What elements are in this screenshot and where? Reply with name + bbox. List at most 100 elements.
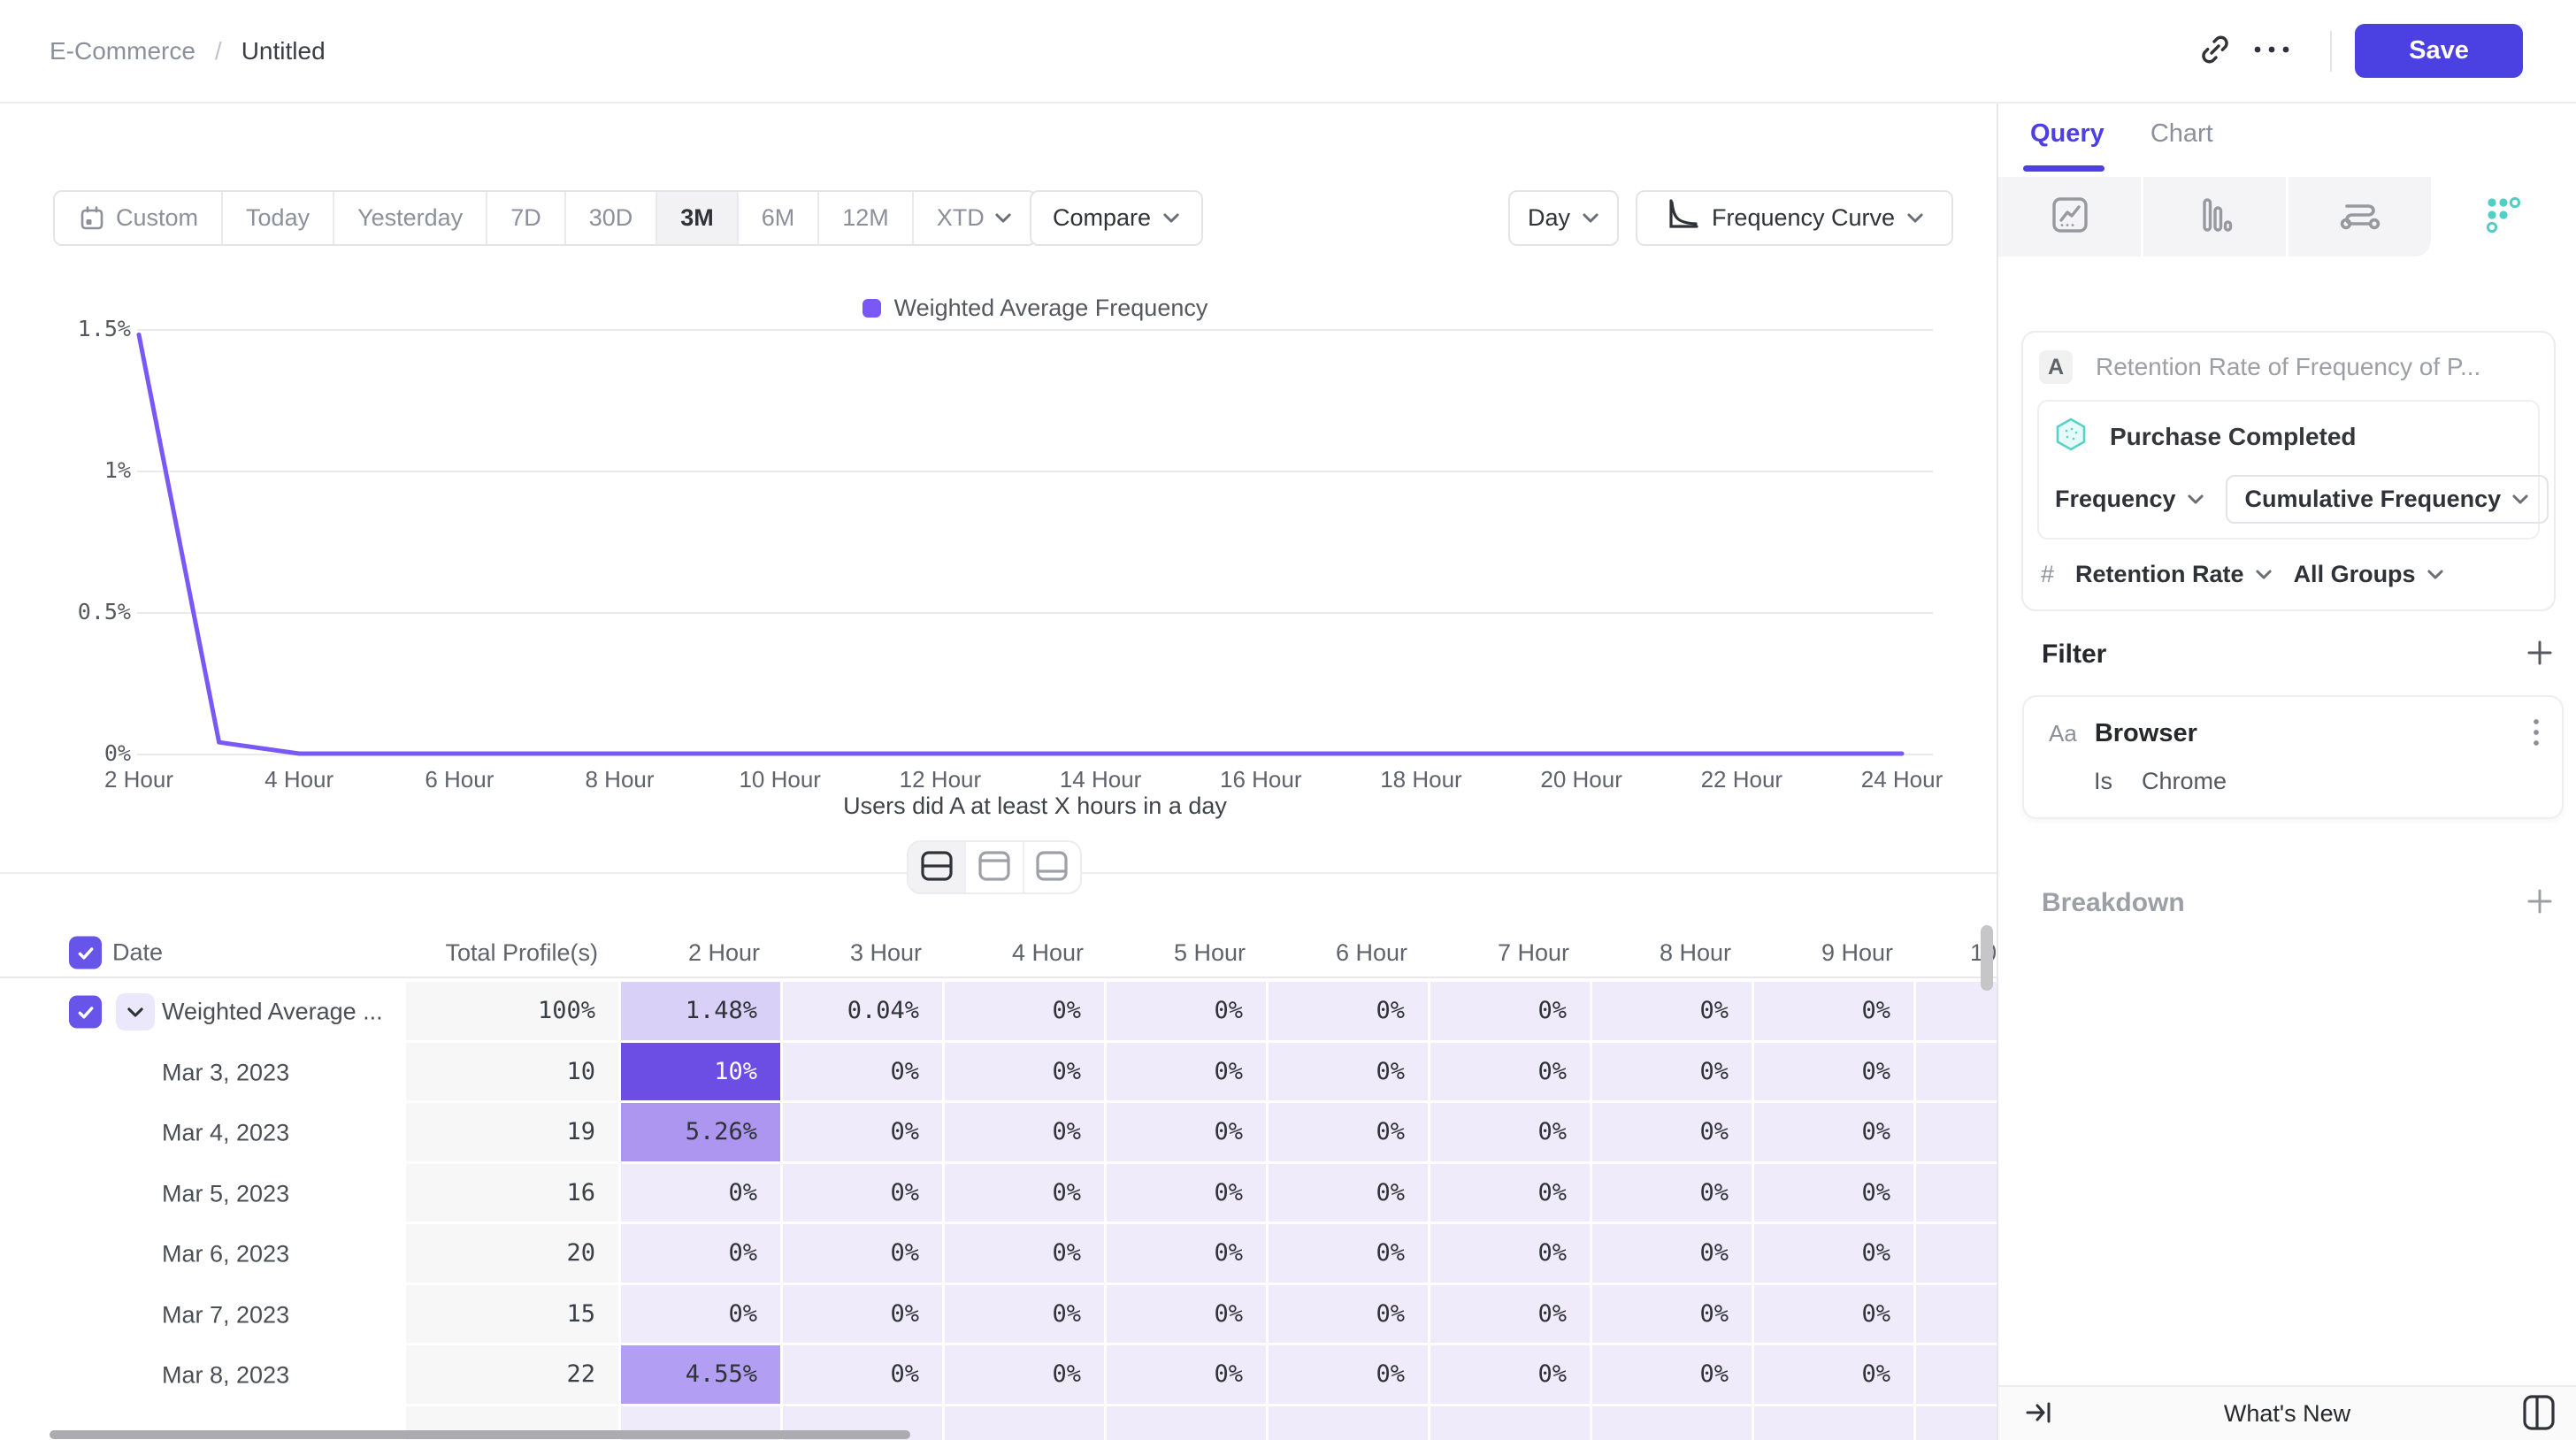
panel-footer: What's New xyxy=(1998,1385,2576,1440)
event-card[interactable]: Purchase Completed Frequency Cumulative … xyxy=(2037,400,2540,540)
value-cell: 0% xyxy=(1107,982,1269,1043)
chart-legend[interactable]: Weighted Average Frequency xyxy=(137,295,1933,322)
compare-button[interactable]: Compare xyxy=(1030,190,1203,246)
gridline xyxy=(137,754,1933,755)
step-title[interactable]: Retention Rate of Frequency of P... xyxy=(2096,353,2480,381)
add-breakdown-button[interactable] xyxy=(2525,886,2555,919)
value-cell xyxy=(1916,1043,1997,1104)
value-cell: 5.26% xyxy=(621,1103,783,1164)
filter-menu-button[interactable] xyxy=(2532,716,2541,751)
groups-dropdown[interactable]: All Groups xyxy=(2294,561,2444,588)
filter-value[interactable]: Chrome xyxy=(2142,768,2227,795)
metric-symbol: # xyxy=(2041,561,2054,588)
breadcrumb-separator: / xyxy=(215,37,222,65)
range-yesterday[interactable]: Yesterday xyxy=(334,192,487,244)
chart-style-label: Frequency Curve xyxy=(1712,204,1895,232)
whats-new-link[interactable]: What's New xyxy=(2053,1400,2521,1428)
chart-style-button[interactable]: Frequency Curve xyxy=(1636,190,1953,246)
split-view-icon xyxy=(918,849,955,885)
value-cell: 0% xyxy=(945,1345,1107,1406)
range-12m[interactable]: 12M xyxy=(819,192,914,244)
column-header: Total Profile(s) xyxy=(406,939,621,967)
expand-row-button[interactable] xyxy=(116,993,155,1030)
value-cell: 0% xyxy=(1754,1043,1916,1104)
row-checkbox[interactable] xyxy=(69,996,102,1029)
layout-table-button[interactable] xyxy=(1024,842,1080,892)
granularity-button[interactable]: Day xyxy=(1508,190,1619,246)
vertical-scrollbar[interactable] xyxy=(1981,925,1993,991)
groups-label: All Groups xyxy=(2294,561,2416,588)
row-label: Mar 7, 2023 xyxy=(162,1301,289,1329)
copy-link-button[interactable] xyxy=(2187,23,2243,80)
layout-chart-button[interactable] xyxy=(966,842,1024,892)
chevron-down-icon xyxy=(1906,212,1924,224)
value-cell xyxy=(1916,1345,1997,1406)
range-custom[interactable]: Custom xyxy=(55,192,223,244)
value-cell: 0% xyxy=(783,1345,945,1406)
row-label: Mar 8, 2023 xyxy=(162,1362,289,1390)
string-property-icon: Aa xyxy=(2049,720,2077,747)
breakdown-heading: Breakdown xyxy=(2042,888,2185,918)
select-all-checkbox[interactable] xyxy=(69,937,102,969)
value-cell xyxy=(1916,1164,1997,1225)
frequency-dropdown[interactable]: Frequency xyxy=(2055,486,2204,513)
value-cell: 0.04% xyxy=(783,982,945,1043)
retention-dots-icon xyxy=(2481,194,2524,241)
value-cell: 0% xyxy=(945,1164,1107,1225)
layout-split-button[interactable] xyxy=(908,842,966,892)
range-6m[interactable]: 6M xyxy=(739,192,820,244)
save-button[interactable]: Save xyxy=(2355,24,2523,78)
layout-toggle-group xyxy=(907,840,1082,894)
chevron-down-icon xyxy=(126,1007,144,1018)
table-row: Mar 3, 20231010%0%0%0%0%0%0%0% xyxy=(0,1043,1997,1104)
x-tick-label: 20 Hour xyxy=(1511,766,1652,793)
row-label: Mar 3, 2023 xyxy=(162,1059,289,1086)
collapse-panel-button[interactable] xyxy=(2025,1399,2053,1429)
x-tick-label: 4 Hour xyxy=(228,766,370,793)
metric-dropdown[interactable]: Retention Rate xyxy=(2075,561,2273,588)
column-header: 2 Hour xyxy=(621,939,783,967)
range-3m[interactable]: 3M xyxy=(657,192,739,244)
value-cell: 4.55% xyxy=(621,1345,783,1406)
add-filter-button[interactable] xyxy=(2525,638,2555,670)
tab-chart[interactable]: Chart xyxy=(2150,119,2213,172)
flows-icon xyxy=(2338,194,2382,241)
range-30d[interactable]: 30D xyxy=(566,192,658,244)
range-xtd[interactable]: XTD xyxy=(914,192,1035,244)
table-body: Weighted Average ...100%1.48%0.04%0%0%0%… xyxy=(0,982,1997,1440)
chevron-down-icon xyxy=(1582,212,1599,224)
analysis-type-funnels[interactable] xyxy=(2143,177,2288,257)
panel-layout-button[interactable] xyxy=(2521,1393,2557,1435)
date-range-control: CustomTodayYesterday7D30D3M6M12MXTD xyxy=(53,190,1037,246)
value-cell: 0% xyxy=(783,1103,945,1164)
arrow-to-bar-icon xyxy=(2025,1399,2053,1429)
chevron-down-icon xyxy=(2511,494,2529,505)
total-cell: 16 xyxy=(406,1164,621,1225)
horizontal-scrollbar[interactable] xyxy=(50,1430,910,1439)
range-today[interactable]: Today xyxy=(223,192,334,244)
x-tick-label: 22 Hour xyxy=(1671,766,1813,793)
filter-operator[interactable]: Is xyxy=(2094,768,2112,795)
analysis-type-flows[interactable] xyxy=(2288,177,2431,257)
value-cell: 0% xyxy=(1107,1103,1269,1164)
tab-query[interactable]: Query xyxy=(2030,119,2104,172)
value-cell: 0% xyxy=(1754,1103,1916,1164)
breadcrumb-project[interactable]: E-Commerce xyxy=(50,37,196,65)
analysis-type-retention[interactable] xyxy=(2431,177,2576,257)
report-title[interactable]: Untitled xyxy=(242,37,326,65)
chevron-down-icon xyxy=(2426,569,2444,580)
value-cell: 0% xyxy=(783,1224,945,1285)
frequency-mode-dropdown[interactable]: Cumulative Frequency xyxy=(2226,475,2549,524)
analysis-type-insights[interactable] xyxy=(1998,177,2143,257)
chevron-down-icon xyxy=(2255,569,2273,580)
value-cell xyxy=(1430,1406,1592,1440)
table-header-row: DateTotal Profile(s)2 Hour3 Hour4 Hour5 … xyxy=(0,927,1997,978)
more-menu-button[interactable] xyxy=(2243,23,2300,80)
range-7d[interactable]: 7D xyxy=(487,192,566,244)
metric-label: Retention Rate xyxy=(2075,561,2244,588)
filter-card[interactable]: Aa Browser Is Chrome xyxy=(2022,695,2564,819)
value-cell: 0% xyxy=(1107,1285,1269,1346)
value-cell: 0% xyxy=(1754,1285,1916,1346)
tab-query-label: Query xyxy=(2030,119,2104,148)
x-tick-label: 18 Hour xyxy=(1350,766,1491,793)
